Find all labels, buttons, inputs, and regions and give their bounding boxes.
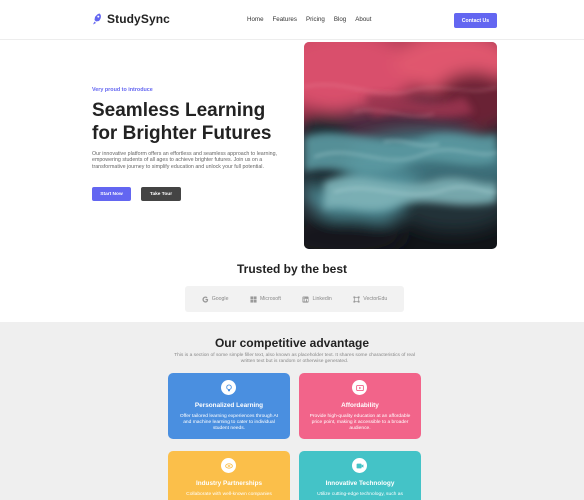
vectoredu-icon <box>353 295 360 303</box>
nav-link-home[interactable]: Home <box>247 16 264 23</box>
linkedin-icon <box>302 295 310 303</box>
feature-card-text: Collaborate with well-known companies <box>186 492 272 497</box>
rocket-icon <box>93 13 101 25</box>
hero-abstract-image <box>304 42 497 249</box>
hero-title-line-1: Seamless Learning <box>92 100 266 121</box>
nav-link-pricing[interactable]: Pricing <box>306 16 325 23</box>
partner-logo-label: VectorEdu <box>363 296 388 302</box>
feature-card-text: Utilize cutting-edge technology, such as <box>317 492 403 497</box>
hero-description: Our innovative platform offers an effort… <box>92 151 278 170</box>
feature-icon-badge <box>352 380 367 395</box>
contact-us-button[interactable]: Contact Us <box>454 13 497 28</box>
microsoft-icon <box>250 295 257 303</box>
nav-link-features[interactable]: Features <box>273 16 297 23</box>
feature-card-personalized-learning: Personalized Learning Offer tailored lea… <box>168 373 290 439</box>
take-tour-button[interactable]: Take Tour <box>141 187 181 201</box>
feature-card-text: Provide high-quality education at an aff… <box>309 414 411 431</box>
hero-eyebrow: Very proud to introduce <box>92 87 153 93</box>
brand-name: StudySync <box>107 12 170 26</box>
start-now-button[interactable]: Start Now <box>92 187 131 201</box>
nav-link-about[interactable]: About <box>355 16 371 23</box>
feature-card-affordability: Affordability Provide high-quality educa… <box>299 373 421 439</box>
feature-card-title: Affordability <box>341 402 379 409</box>
partner-logo-linkedin: Linkedin <box>302 295 332 303</box>
partner-logo-microsoft: Microsoft <box>250 295 281 303</box>
partner-logo-label: Google <box>211 296 229 302</box>
fluid-art-illustration <box>304 42 497 249</box>
brand-logo[interactable]: StudySync <box>92 12 170 26</box>
play-icon <box>355 384 364 391</box>
partner-logo-label: Linkedin <box>312 296 332 302</box>
partner-logo-google: Google <box>202 295 229 303</box>
partner-logo-vectoredu: VectorEdu <box>353 295 388 303</box>
nav-divider <box>0 39 584 40</box>
feature-icon-badge <box>352 458 367 473</box>
google-icon <box>202 295 208 303</box>
nav-links: Home Features Pricing Blog About <box>247 16 371 23</box>
feature-icon-badge <box>221 380 236 395</box>
feature-card-industry-partnerships: Industry Partnerships Collaborate with w… <box>168 451 290 500</box>
feature-icon-badge <box>221 458 236 473</box>
hero-title: Seamless Learning for Brighter Futures <box>92 99 302 145</box>
advantage-title: Our competitive advantage <box>214 336 370 350</box>
feature-card-innovative-technology: Innovative Technology Utilize cutting-ed… <box>299 451 421 500</box>
hero-title-line-2: for Brighter Futures <box>92 123 272 144</box>
handshake-icon <box>224 462 233 469</box>
advantage-subtitle: This is a section of some simple filler … <box>174 353 415 364</box>
advantage-section: Our competitive advantage This is a sect… <box>0 322 584 500</box>
feature-card-title: Industry Partnerships <box>195 480 263 487</box>
feature-card-title: Personalized Learning <box>194 402 264 409</box>
feature-card-text: Offer tailored learning experiences thro… <box>179 414 279 431</box>
feature-card-title: Innovative Technology <box>325 480 395 487</box>
video-icon <box>356 463 363 468</box>
trusted-section-title: Trusted by the best <box>236 262 348 276</box>
lightbulb-icon <box>225 383 232 391</box>
partner-logo-label: Microsoft <box>259 296 281 302</box>
top-navigation: StudySync Home Features Pricing Blog Abo… <box>0 0 584 40</box>
nav-link-blog[interactable]: Blog <box>334 16 346 23</box>
partner-logo-strip: Google Microsoft Linkedin VectorEdu <box>185 286 404 312</box>
